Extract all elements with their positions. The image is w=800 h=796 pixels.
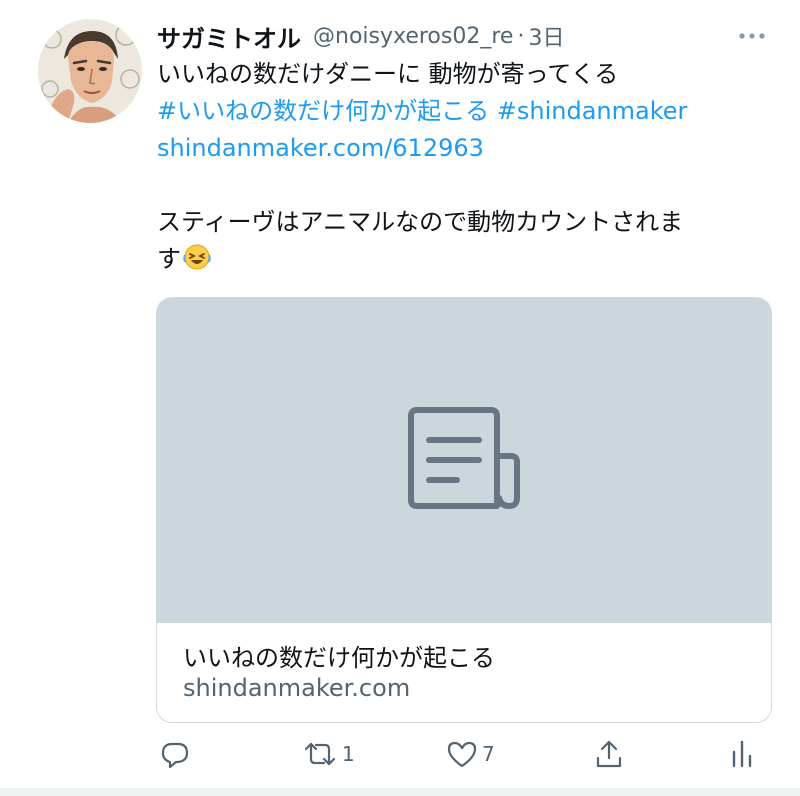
card-media <box>157 298 771 623</box>
hashtag-line: #いいねの数だけ何かが起こる #shindanmaker <box>157 93 777 130</box>
reply-icon <box>161 742 189 769</box>
divider <box>0 788 800 796</box>
card-domain: shindanmaker.com <box>183 674 411 702</box>
avatar-illustration <box>38 19 142 123</box>
link-card[interactable]: いいねの数だけ何かが起こる shindanmaker.com <box>156 297 772 723</box>
retweet-button[interactable]: 1 <box>302 734 355 774</box>
more-button[interactable] <box>730 22 774 50</box>
article-icon <box>408 407 520 509</box>
tweet-text-line: いいねの数だけダニーに 動物が寄ってくる <box>157 60 619 88</box>
separator-dot: · <box>517 23 525 49</box>
tweet-body-line-2: す <box>157 241 777 278</box>
display-name[interactable]: サガミトオル <box>157 19 301 54</box>
user-handle[interactable]: @noisyxeros02_re <box>313 24 513 49</box>
tweet-body-line: スティーヴはアニマルなので動物カウントされま <box>157 208 684 236</box>
tweet-text: いいねの数だけダニーに 動物が寄ってくる #いいねの数だけ何かが起こる #shi… <box>157 56 777 278</box>
analytics-button[interactable] <box>730 734 754 774</box>
heart-icon <box>447 741 477 768</box>
reply-button[interactable] <box>160 734 190 774</box>
retweet-count: 1 <box>342 742 355 766</box>
rofl-emoji-icon <box>181 244 211 273</box>
like-button[interactable]: 7 <box>446 734 495 774</box>
tweet-body-end: す <box>157 245 181 273</box>
hashtag-link-1[interactable]: #いいねの数だけ何かが起こる <box>157 97 489 125</box>
text-spacer <box>157 167 777 204</box>
action-bar: 1 7 <box>0 734 800 774</box>
tweet-header: サガミトオル @noisyxeros02_re · 3日 <box>157 18 757 54</box>
analytics-icon <box>732 740 752 768</box>
tweet-timestamp[interactable]: 3日 <box>528 20 564 52</box>
hashtag-link-2[interactable]: #shindanmaker <box>497 97 688 125</box>
retweet-icon <box>304 742 336 766</box>
url-link[interactable]: shindanmaker.com/612963 <box>157 130 777 167</box>
like-count: 7 <box>482 742 495 766</box>
share-icon <box>596 740 622 768</box>
more-dots-icon <box>739 33 765 39</box>
card-title: いいねの数だけ何かが起こる <box>183 644 495 672</box>
avatar[interactable] <box>38 19 142 123</box>
tweet-page: サガミトオル @noisyxeros02_re · 3日 いいねの数だけダニーに… <box>0 0 800 796</box>
share-button[interactable] <box>594 734 624 774</box>
